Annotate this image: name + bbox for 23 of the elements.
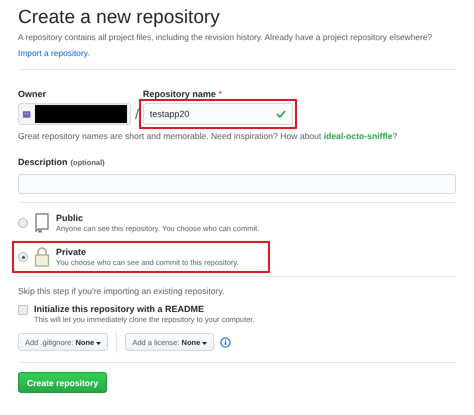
name-hint: Great repository names are short and memorable. Need inspiration? How about ideal-octo-sniffle? (18, 131, 398, 142)
repo-name-field[interactable]: testapp20 (142, 103, 293, 125)
option-title: Public (56, 212, 84, 224)
caret-icon (202, 342, 208, 344)
book-icon (34, 213, 50, 233)
page-title: Create a new repository (18, 6, 221, 30)
lock-icon (34, 247, 50, 267)
caret-icon (96, 342, 102, 344)
skip-note: Skip this step if you're importing an existing repository. (18, 286, 226, 297)
option-title: Private (56, 246, 88, 258)
owner-label: Owner (18, 88, 48, 100)
readme-checkbox[interactable] (18, 305, 28, 315)
repo-name-label: Repository name * (142, 88, 223, 100)
info-icon[interactable] (220, 336, 232, 348)
avatar-icon (22, 109, 32, 119)
intro-text: A repository contains all project files, including the revision history. Already have a project repository elsewhere? (18, 32, 434, 43)
description-field[interactable] (18, 174, 456, 194)
radio-button[interactable] (18, 252, 28, 262)
readme-label: Initialize this repository with a README (34, 303, 206, 315)
radio-button[interactable] (18, 218, 28, 228)
owner-select[interactable] (18, 103, 131, 125)
import-link[interactable]: Import a repository. (18, 48, 90, 59)
path-separator: / (135, 105, 139, 124)
